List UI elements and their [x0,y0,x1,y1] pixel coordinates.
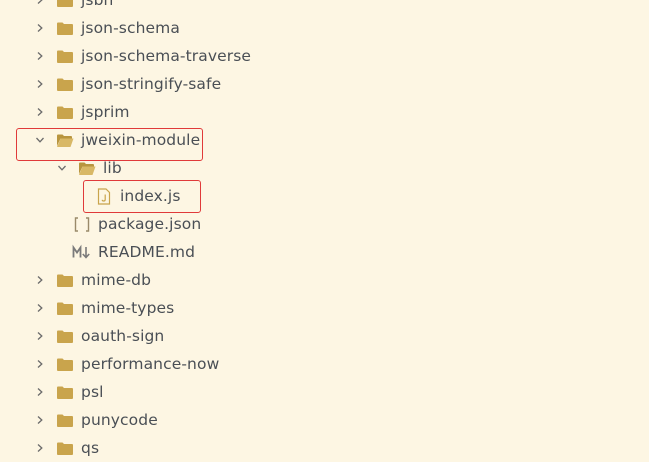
tree-folder-qs[interactable]: qs [0,434,649,462]
chevron-right-icon[interactable] [33,0,47,7]
folder-icon [55,301,75,316]
folder-icon [55,77,75,92]
chevron-right-icon[interactable] [33,357,47,371]
folder-icon [55,357,75,372]
folder-icon [55,0,75,8]
folder-icon [55,441,75,456]
tree-file-readme-md[interactable]: README.md [0,238,649,266]
tree-folder-oauth-sign[interactable]: oauth-sign [0,322,649,350]
tree-folder-json-schema-traverse[interactable]: json-schema-traverse [0,42,649,70]
tree-item-label: index.js [120,187,181,205]
js-file-icon [94,187,114,205]
tree-item-label: json-schema [81,19,180,37]
chevron-right-icon[interactable] [33,441,47,455]
tree-folder-performance-now[interactable]: performance-now [0,350,649,378]
tree-item-label: lib [103,159,122,177]
chevron-right-icon[interactable] [33,329,47,343]
tree-file-index-js[interactable]: index.js [0,182,649,210]
tree-item-label: qs [81,439,100,457]
tree-folder-psl[interactable]: psl [0,378,649,406]
chevron-right-icon[interactable] [33,21,47,35]
chevron-right-icon[interactable] [33,413,47,427]
folder-icon [55,329,75,344]
tree-item-label: jweixin-module [81,131,201,149]
chevron-down-icon[interactable] [55,161,69,175]
folder-icon [55,385,75,400]
chevron-right-icon[interactable] [33,385,47,399]
chevron-right-icon[interactable] [33,273,47,287]
tree-folder-jweixin-module[interactable]: jweixin-module [0,126,649,154]
markdown-file-icon [72,244,92,261]
tree-item-label: jsprim [81,103,130,121]
folder-icon [55,49,75,64]
file-explorer-tree: jsbn json-schema json-schema-traverse js… [0,0,649,462]
folder-open-icon [55,133,75,148]
folder-open-icon [77,161,97,176]
tree-folder-mime-types[interactable]: mime-types [0,294,649,322]
chevron-right-icon[interactable] [33,301,47,315]
tree-item-label: punycode [81,411,158,429]
tree-folder-mime-db[interactable]: mime-db [0,266,649,294]
tree-item-label: mime-types [81,299,175,317]
tree-folder-jsprim[interactable]: jsprim [0,98,649,126]
folder-icon [55,273,75,288]
tree-item-label: oauth-sign [81,327,165,345]
chevron-down-icon[interactable] [33,133,47,147]
tree-item-label: mime-db [81,271,152,289]
tree-item-label: json-stringify-safe [81,75,222,93]
json-file-icon [72,216,92,233]
tree-item-label: package.json [98,215,202,233]
chevron-right-icon[interactable] [33,49,47,63]
chevron-right-icon[interactable] [33,77,47,91]
tree-folder-punycode[interactable]: punycode [0,406,649,434]
tree-folder-json-schema[interactable]: json-schema [0,14,649,42]
tree-item-label: json-schema-traverse [81,47,252,65]
tree-folder-jsbn[interactable]: jsbn [0,0,649,14]
chevron-right-icon[interactable] [33,105,47,119]
tree-file-package-json[interactable]: package.json [0,210,649,238]
tree-item-label: jsbn [81,0,114,9]
folder-icon [55,413,75,428]
tree-item-label: performance-now [81,355,220,373]
tree-item-label: psl [81,383,104,401]
folder-icon [55,105,75,120]
tree-folder-lib[interactable]: lib [0,154,649,182]
tree-folder-json-stringify-safe[interactable]: json-stringify-safe [0,70,649,98]
tree-item-label: README.md [98,243,196,261]
folder-icon [55,21,75,36]
